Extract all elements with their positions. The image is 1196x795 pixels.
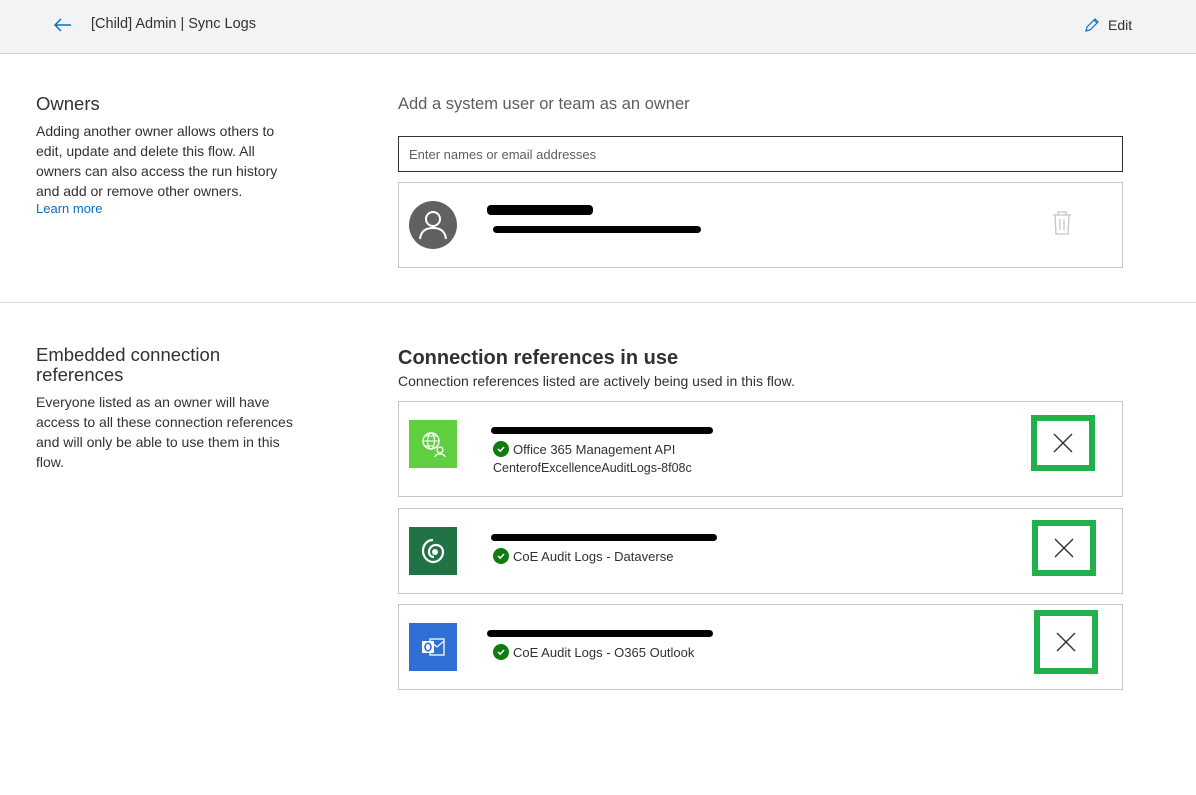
- owners-heading: Owners: [36, 93, 100, 114]
- pencil-icon: [1085, 18, 1099, 32]
- page-title: [Child] Admin | Sync Logs: [91, 16, 256, 32]
- edit-label: Edit: [1108, 17, 1133, 33]
- owners-description: Adding another owner allows others to ed…: [36, 123, 278, 199]
- close-icon: [1056, 632, 1076, 652]
- remove-connection-button[interactable]: [1034, 610, 1098, 674]
- connection-card: CoE Audit Logs - O365 Outlook: [398, 604, 1123, 690]
- close-icon: [1053, 433, 1073, 453]
- embedded-description: Everyone listed as an owner will have ac…: [36, 394, 293, 470]
- learn-more-link[interactable]: Learn more: [36, 201, 102, 216]
- dataverse-icon: [409, 527, 457, 575]
- avatar: [409, 201, 457, 249]
- section-divider: [0, 302, 1196, 303]
- embedded-heading: Embedded connection references: [36, 344, 221, 385]
- connections-heading: Connection references in use: [398, 347, 679, 369]
- arrow-left-icon: [54, 18, 71, 32]
- owner-card: [398, 182, 1123, 268]
- outlook-icon: [409, 623, 457, 671]
- redacted-name: [487, 205, 593, 215]
- redacted-account: [491, 534, 717, 541]
- checkmark-icon: [493, 644, 509, 660]
- office365-management-icon: [409, 420, 457, 468]
- connection-status: Office 365 Management API: [493, 441, 675, 457]
- remove-connection-button[interactable]: [1032, 520, 1096, 576]
- connection-card: CoE Audit Logs - Dataverse: [398, 508, 1123, 594]
- connection-name: Office 365 Management API: [513, 441, 676, 457]
- redacted-email: [493, 226, 701, 233]
- connections-subheading: Connection references listed are activel…: [398, 373, 795, 389]
- connection-name: CoE Audit Logs - Dataverse: [513, 548, 674, 564]
- connection-status: CoE Audit Logs - Dataverse: [493, 548, 673, 564]
- trash-icon: [1053, 211, 1071, 235]
- connection-card: Office 365 Management API CenterofExcell…: [398, 401, 1123, 497]
- edit-button[interactable]: Edit: [1084, 14, 1132, 36]
- remove-connection-button[interactable]: [1031, 415, 1095, 471]
- checkmark-icon: [493, 548, 509, 564]
- owner-prompt: Add a system user or team as an owner: [398, 95, 690, 113]
- owner-search-input[interactable]: [398, 136, 1123, 172]
- back-button[interactable]: [50, 12, 76, 38]
- close-icon: [1054, 538, 1074, 558]
- connection-name: CoE Audit Logs - O365 Outlook: [513, 644, 695, 660]
- person-icon: [419, 211, 447, 240]
- connection-detail: CenterofExcellenceAuditLogs-8f08c: [493, 461, 692, 475]
- checkmark-icon: [493, 441, 509, 457]
- redacted-account: [491, 427, 713, 434]
- redacted-account: [487, 630, 713, 637]
- top-bar: [Child] Admin | Sync Logs Edit: [0, 0, 1196, 54]
- connection-status: CoE Audit Logs - O365 Outlook: [493, 644, 694, 660]
- delete-owner-button[interactable]: [1050, 209, 1074, 237]
